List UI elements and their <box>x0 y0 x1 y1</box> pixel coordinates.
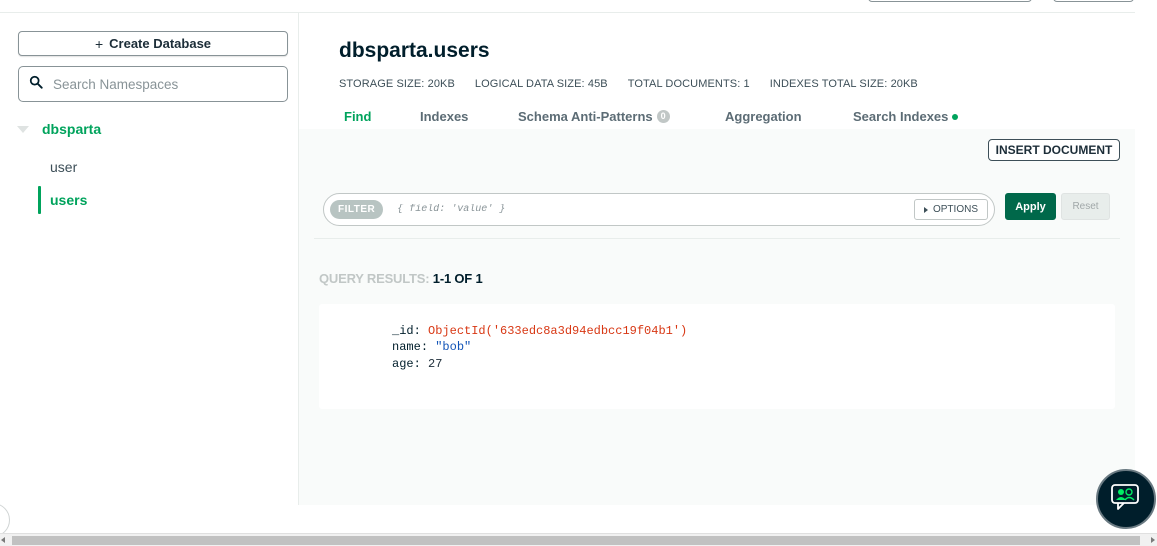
create-database-button[interactable]: + Create Database <box>18 31 288 56</box>
collection-item-users[interactable]: users <box>50 192 87 208</box>
search-namespaces-input[interactable] <box>53 76 273 92</box>
chat-support-button[interactable] <box>1096 469 1156 529</box>
tab-indexes[interactable]: Indexes <box>406 104 504 129</box>
collapsed-panel-handle[interactable] <box>0 503 10 537</box>
toolbar-divider <box>314 238 1120 239</box>
filter-input[interactable] <box>397 204 914 215</box>
sidebar: + Create Database dbsparta user users <box>0 13 299 505</box>
logical-data-size-stat: LOGICAL DATA SIZE: 45B <box>474 78 608 90</box>
database-name[interactable]: dbsparta <box>42 121 101 137</box>
document-field-age: age: 27 <box>392 357 443 371</box>
query-results-summary: QUERY RESULTS: 1-1 OF 1 <box>319 271 483 286</box>
horizontal-scrollbar[interactable] <box>0 533 1157 546</box>
schema-count-badge: 0 <box>656 110 670 123</box>
caret-down-icon[interactable] <box>17 125 29 133</box>
top-button-fragment[interactable] <box>1053 0 1134 2</box>
query-results-count: 1-1 OF 1 <box>432 271 483 286</box>
document-field-name: name: "bob" <box>392 340 472 354</box>
status-dot-icon <box>952 113 959 120</box>
tab-find[interactable]: Find <box>330 104 406 129</box>
document-field-id: _id: ObjectId('633edc8a3d94edbcc19f04b1'… <box>392 324 688 338</box>
collection-stats: STORAGE SIZE: 20KB LOGICAL DATA SIZE: 45… <box>339 78 918 90</box>
tab-schema-anti-patterns[interactable]: Schema Anti-Patterns 0 <box>504 104 711 129</box>
total-documents-stat: TOTAL DOCUMENTS: 1 <box>627 78 750 90</box>
top-button-fragment[interactable] <box>868 0 1032 2</box>
chat-support-icon <box>1110 482 1142 517</box>
plus-icon: + <box>94 35 104 52</box>
create-database-label: Create Database <box>109 36 212 51</box>
filter-bar[interactable]: FILTER OPTIONS <box>323 193 995 226</box>
tab-search-indexes[interactable]: Search Indexes <box>839 104 972 129</box>
search-icon <box>29 75 43 94</box>
caret-right-icon <box>923 206 928 213</box>
insert-document-button[interactable]: INSERT DOCUMENT <box>988 139 1120 161</box>
search-namespaces-field[interactable] <box>18 66 288 102</box>
top-toolbar-strip <box>0 0 1135 13</box>
scroll-right-icon[interactable] <box>1151 537 1155 543</box>
storage-size-stat: STORAGE SIZE: 20KB <box>339 78 455 90</box>
filter-tag: FILTER <box>330 200 384 219</box>
options-button[interactable]: OPTIONS <box>913 199 988 220</box>
tab-aggregation[interactable]: Aggregation <box>711 104 839 129</box>
active-collection-indicator <box>38 186 41 214</box>
scroll-left-icon[interactable] <box>1 537 5 543</box>
indexes-total-size-stat: INDEXES TOTAL SIZE: 20KB <box>769 78 918 90</box>
reset-button[interactable]: Reset <box>1061 193 1110 220</box>
collection-tabs: Find Indexes Schema Anti-Patterns 0 Aggr… <box>330 104 972 129</box>
apply-button[interactable]: Apply <box>1005 193 1056 220</box>
scrollbar-thumb[interactable] <box>12 536 1140 545</box>
collection-item-user[interactable]: user <box>50 159 77 175</box>
database-tree-item[interactable]: dbsparta <box>17 121 101 137</box>
document-card[interactable]: _id: ObjectId('633edc8a3d94edbcc19f04b1'… <box>319 304 1115 409</box>
page-title: dbsparta.users <box>339 39 490 62</box>
